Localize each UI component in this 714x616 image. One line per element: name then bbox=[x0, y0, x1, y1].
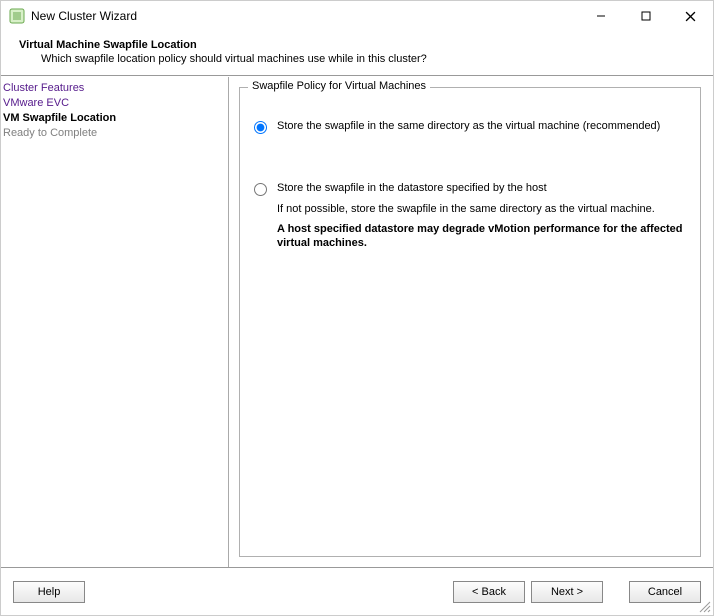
window-controls bbox=[578, 1, 713, 31]
wizard-content: Swapfile Policy for Virtual Machines Sto… bbox=[229, 77, 713, 567]
option-same-directory-label: Store the swapfile in the same directory… bbox=[277, 120, 660, 132]
wizard-nav: Cluster Features VMware EVC VM Swapfile … bbox=[1, 77, 229, 567]
next-button[interactable]: Next > bbox=[531, 581, 603, 603]
radio-host-datastore[interactable] bbox=[254, 183, 267, 196]
minimize-button[interactable] bbox=[578, 1, 623, 31]
option-host-datastore-label: Store the swapfile in the datastore spec… bbox=[277, 182, 547, 194]
cancel-button[interactable]: Cancel bbox=[629, 581, 701, 603]
option-host-datastore-sub: If not possible, store the swapfile in t… bbox=[277, 202, 686, 216]
close-button[interactable] bbox=[668, 1, 713, 31]
group-title: Swapfile Policy for Virtual Machines bbox=[248, 80, 430, 92]
wizard-window: New Cluster Wizard Virtual Machine Swapf… bbox=[0, 0, 714, 616]
option-host-datastore[interactable]: Store the swapfile in the datastore spec… bbox=[254, 182, 686, 196]
wizard-footer: Help < Back Next > Cancel bbox=[1, 567, 713, 615]
swapfile-policy-group: Swapfile Policy for Virtual Machines Sto… bbox=[239, 87, 701, 557]
wizard-header: Virtual Machine Swapfile Location Which … bbox=[1, 31, 713, 76]
maximize-button[interactable] bbox=[623, 1, 668, 31]
nav-vmware-evc[interactable]: VMware EVC bbox=[1, 96, 228, 111]
page-subtitle: Which swapfile location policy should vi… bbox=[19, 53, 701, 65]
nav-vm-swapfile-location: VM Swapfile Location bbox=[1, 111, 228, 126]
window-title: New Cluster Wizard bbox=[31, 9, 578, 23]
nav-ready-to-complete: Ready to Complete bbox=[1, 126, 228, 141]
nav-cluster-features[interactable]: Cluster Features bbox=[1, 81, 228, 96]
back-button[interactable]: < Back bbox=[453, 581, 525, 603]
app-icon bbox=[9, 8, 25, 24]
page-title: Virtual Machine Swapfile Location bbox=[19, 39, 701, 51]
help-button[interactable]: Help bbox=[13, 581, 85, 603]
resize-grip-icon[interactable] bbox=[697, 599, 711, 613]
option-host-datastore-warning: A host specified datastore may degrade v… bbox=[277, 222, 686, 250]
option-same-directory[interactable]: Store the swapfile in the same directory… bbox=[254, 120, 686, 134]
wizard-body: Cluster Features VMware EVC VM Swapfile … bbox=[1, 76, 713, 567]
radio-same-directory[interactable] bbox=[254, 121, 267, 134]
titlebar: New Cluster Wizard bbox=[1, 1, 713, 31]
